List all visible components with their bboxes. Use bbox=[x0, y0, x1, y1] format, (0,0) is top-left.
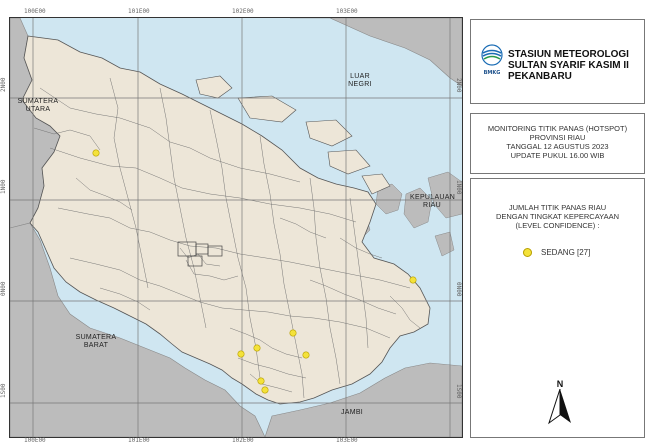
label-kepulauan-riau: KEPULAUAN RIAU bbox=[410, 194, 456, 209]
label-sumatera-barat: SUMATERA BARAT bbox=[75, 334, 117, 349]
legend-item-sedang[interactable]: SEDANG [27] bbox=[523, 248, 590, 257]
north-label: N bbox=[556, 379, 564, 389]
label-jambi: JAMBI bbox=[340, 409, 364, 416]
legend-heading-line-2: DENGAN TINGKAT KEPERCAYAAN bbox=[495, 212, 620, 221]
map-canvas bbox=[10, 18, 462, 437]
legend-item-label: SEDANG [27] bbox=[541, 248, 591, 257]
bmkg-logo: BMKG bbox=[479, 44, 505, 76]
label-sumatera-utara: SUMATERA UTARA bbox=[17, 98, 59, 113]
bmkg-logo-icon bbox=[481, 44, 503, 66]
legend-heading-line-1: JUMLAH TITIK PANAS RIAU bbox=[508, 203, 607, 212]
station-title-line-1: STASIUN METEOROLOGI bbox=[508, 49, 629, 60]
info-line-date: TANGGAL 12 AGUSTUS 2023 bbox=[506, 142, 609, 151]
legend-yellow-dot-icon bbox=[523, 248, 532, 257]
station-title-line-2: SULTAN SYARIF KASIM II bbox=[508, 60, 629, 71]
hotspot-point[interactable] bbox=[257, 377, 265, 385]
coord-left-1: 2N00 bbox=[0, 77, 7, 92]
map-area[interactable]: SUMATERA UTARA LUAR NEGRI KEPULAUAN RIAU… bbox=[9, 17, 463, 438]
coord-right-1: 2N00 bbox=[455, 78, 462, 93]
station-title-line-3: PEKANBARU bbox=[508, 71, 572, 82]
coord-right-3: 0N00 bbox=[455, 282, 462, 297]
hotspot-point[interactable] bbox=[409, 276, 417, 284]
coord-left-2: 1N00 bbox=[0, 179, 7, 194]
info-panel: MONITORING TITIK PANAS (HOTSPOT) PROVINS… bbox=[470, 113, 645, 174]
hotspot-point[interactable] bbox=[237, 350, 245, 358]
hotspot-point[interactable] bbox=[92, 149, 100, 157]
station-title: STASIUN METEOROLOGI SULTAN SYARIF KASIM … bbox=[508, 49, 642, 82]
hotspot-point[interactable] bbox=[261, 386, 269, 394]
coord-left-3: 0N00 bbox=[0, 281, 7, 296]
hotspot-point[interactable] bbox=[302, 351, 310, 359]
legend-heading-line-3: (LEVEL CONFIDENCE) : bbox=[515, 221, 600, 230]
north-arrow-icon bbox=[548, 388, 571, 425]
header-panel: BMKG STASIUN METEOROLOGI SULTAN SYARIF K… bbox=[470, 19, 645, 104]
bmkg-logo-text: BMKG bbox=[483, 70, 501, 76]
coord-right-4: 1S00 bbox=[455, 384, 462, 399]
info-line-province: PROVINSI RIAU bbox=[529, 133, 586, 142]
info-line-monitoring: MONITORING TITIK PANAS (HOTSPOT) bbox=[487, 124, 628, 133]
north-arrow: N bbox=[545, 379, 575, 427]
hotspot-point[interactable] bbox=[253, 344, 261, 352]
coord-top-2: 101E00 bbox=[128, 8, 150, 15]
info-line-update: UPDATE PUKUL 16.00 WIB bbox=[510, 151, 605, 160]
coord-left-4: 1S00 bbox=[0, 383, 7, 398]
coord-top-3: 102E00 bbox=[232, 8, 254, 15]
coord-top-1: 100E00 bbox=[24, 8, 46, 15]
legend-panel: JUMLAH TITIK PANAS RIAU DENGAN TINGKAT K… bbox=[470, 178, 645, 438]
label-luar-negri: LUAR NEGRI bbox=[348, 73, 372, 88]
hotspot-point[interactable] bbox=[289, 329, 297, 337]
coord-right-2: 1N00 bbox=[455, 180, 462, 195]
coord-top-4: 103E00 bbox=[336, 8, 358, 15]
